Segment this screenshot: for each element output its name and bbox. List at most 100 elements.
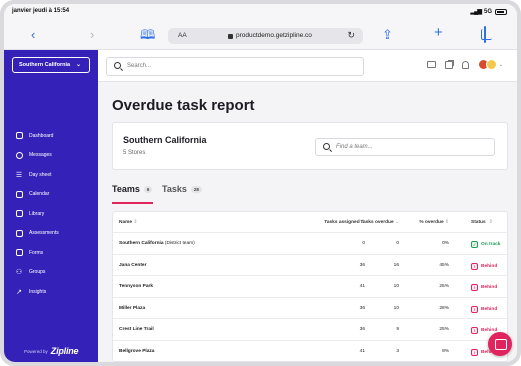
battery-icon bbox=[495, 8, 507, 15]
column-header-pct[interactable]: % overdue ⇕ bbox=[419, 220, 449, 225]
reload-icon[interactable]: ↻ bbox=[347, 30, 355, 41]
status-badge: ✓ On track bbox=[471, 241, 501, 248]
tablet-frame: janvier jeudi à 15:54 ▂▄▆ 5G ‹ › 🕮 AA pr… bbox=[0, 0, 521, 366]
sidebar-item-assessments[interactable]: Assessments bbox=[14, 224, 59, 244]
avatar bbox=[485, 59, 497, 70]
report-tabs: Teams 6 Tasks 28 bbox=[112, 182, 508, 207]
messages-icon bbox=[14, 151, 24, 159]
assessments-icon bbox=[14, 229, 24, 237]
count-badge: 6 bbox=[143, 185, 153, 193]
tab-label: Tasks bbox=[162, 184, 187, 194]
chevron-down-icon: ⌄ bbox=[498, 61, 503, 68]
powered-by-label: Powered by bbox=[24, 348, 48, 354]
status-badge: ! Behind bbox=[471, 262, 497, 270]
calendar-icon bbox=[14, 190, 24, 198]
signal-icon: ▂▄▆ bbox=[470, 9, 483, 15]
sidebar-nav: Dashboard Messages ☰ Day sheet Calendar … bbox=[14, 126, 59, 302]
warning-icon: ! bbox=[471, 348, 478, 356]
sidebar-item-library[interactable]: Library bbox=[14, 204, 59, 224]
region-dropdown[interactable]: Southern California ⌄ bbox=[12, 57, 90, 73]
sidebar-item-messages[interactable]: Messages bbox=[14, 146, 59, 166]
new-tab-icon[interactable]: + bbox=[434, 25, 443, 40]
forward-icon[interactable]: › bbox=[90, 28, 94, 42]
warning-icon: ! bbox=[471, 262, 478, 270]
column-header-status[interactable]: Status ⇕ bbox=[471, 220, 493, 225]
sidebar-item-label: Groups bbox=[29, 269, 46, 276]
team-name[interactable]: Crest Line Trail bbox=[119, 327, 154, 332]
team-name[interactable]: Miller Plaza bbox=[119, 306, 145, 311]
user-menu[interactable]: ⌄ bbox=[477, 59, 503, 70]
bookmarks-icon[interactable]: 🕮 bbox=[140, 28, 155, 42]
percent-overdue: 45% bbox=[439, 262, 449, 268]
tab-tasks[interactable]: Tasks 28 bbox=[162, 184, 202, 194]
percent-overdue: 25% bbox=[439, 284, 449, 289]
screen: janvier jeudi à 15:54 ▂▄▆ 5G ‹ › 🕮 AA pr… bbox=[4, 4, 517, 362]
team-name[interactable]: Jana Center bbox=[119, 263, 146, 268]
tab-label: Teams bbox=[112, 184, 140, 194]
active-tab-indicator bbox=[112, 202, 153, 204]
status-badge: ! Behind bbox=[471, 284, 497, 291]
tasks-overdue: 0 bbox=[396, 241, 399, 246]
url-display[interactable]: productdemo.getzipline.co bbox=[228, 32, 312, 39]
back-icon[interactable]: ‹ bbox=[31, 28, 35, 42]
table-row[interactable]: Miller Plaza 36 10 28% ! Behind bbox=[113, 298, 507, 319]
chevron-down-icon: ⌄ bbox=[75, 62, 81, 68]
team-name[interactable]: Southern California (District team) bbox=[119, 241, 195, 246]
team-search-input[interactable]: Find a team... bbox=[315, 138, 495, 156]
network-label: 5G bbox=[483, 8, 492, 15]
warning-icon: ! bbox=[471, 284, 478, 291]
table-row[interactable]: Southern California (District team) 0 0 … bbox=[113, 233, 507, 255]
sidebar-item-insights[interactable]: ↗ Insights bbox=[14, 282, 59, 302]
table-row[interactable]: Jana Center 36 16 45% ! Behind bbox=[113, 255, 507, 276]
tabs-overview-icon[interactable] bbox=[484, 26, 486, 43]
sidebar-item-day-sheet[interactable]: ☰ Day sheet bbox=[14, 165, 59, 185]
sidebar-item-label: Dashboard bbox=[29, 132, 54, 139]
tasks-assigned: 36 bbox=[359, 327, 365, 332]
sidebar: Southern California ⌄ Dashboard Messages… bbox=[4, 50, 98, 362]
percent-overdue: 28% bbox=[439, 305, 449, 311]
print-icon[interactable] bbox=[426, 61, 436, 68]
sidebar-item-forms[interactable]: Forms bbox=[14, 243, 59, 263]
copy-icon[interactable] bbox=[444, 60, 453, 69]
share-icon[interactable]: ⇪ bbox=[382, 28, 393, 42]
table-row[interactable]: Tennyson Park 41 10 25% ! Behind bbox=[113, 276, 507, 298]
column-header-name[interactable]: Name ⇕ bbox=[119, 220, 137, 225]
warning-icon: ! bbox=[471, 305, 478, 313]
status-indicators: ▂▄▆ 5G bbox=[470, 8, 507, 15]
region-store-count: 5 Stores bbox=[123, 150, 146, 156]
column-header-overdue[interactable]: Tasks overdue ⌄ bbox=[360, 220, 399, 225]
team-search-placeholder: Find a team... bbox=[336, 144, 373, 150]
team-name[interactable]: Bellgrove Plaza bbox=[119, 349, 154, 354]
status-bar: janvier jeudi à 15:54 ▂▄▆ 5G bbox=[4, 4, 517, 22]
sidebar-item-label: Messages bbox=[29, 152, 52, 159]
region-dropdown-label: Southern California bbox=[19, 62, 71, 68]
sidebar-item-dashboard[interactable]: Dashboard bbox=[14, 126, 59, 146]
sidebar-item-label: Day sheet bbox=[29, 171, 52, 178]
sidebar-item-groups[interactable]: ⚇ Groups bbox=[14, 263, 59, 283]
sidebar-item-label: Insights bbox=[29, 288, 47, 295]
top-actions: ⌄ bbox=[426, 59, 503, 70]
overdue-table: Name ⇕ Tasks assigned ⇕ Tasks overdue ⌄ … bbox=[112, 211, 508, 362]
sidebar-item-calendar[interactable]: Calendar bbox=[14, 185, 59, 205]
percent-overdue: 0% bbox=[442, 241, 449, 246]
table-row[interactable]: Crest Line Trail 36 9 25% ! Behind bbox=[113, 319, 507, 341]
top-bar: Search... ⌄ bbox=[98, 50, 517, 82]
browser-toolbar: ‹ › 🕮 AA productdemo.getzipline.co ↻ ⇪ + bbox=[4, 22, 517, 50]
dashboard-icon bbox=[14, 132, 24, 140]
chat-button[interactable] bbox=[488, 332, 512, 356]
sidebar-item-label: Calendar bbox=[29, 191, 50, 198]
search-icon bbox=[323, 143, 330, 150]
table-row[interactable]: Bellgrove Plaza 41 3 8% ! Behind bbox=[113, 341, 507, 362]
forms-icon bbox=[14, 249, 24, 257]
search-icon bbox=[114, 62, 121, 69]
search-input[interactable]: Search... bbox=[106, 57, 364, 76]
tasks-assigned: 36 bbox=[359, 262, 365, 268]
text-size-button[interactable]: AA bbox=[178, 32, 187, 39]
team-name[interactable]: Tennyson Park bbox=[119, 284, 153, 289]
notifications-icon[interactable] bbox=[461, 60, 469, 69]
address-bar[interactable]: AA productdemo.getzipline.co ↻ bbox=[168, 28, 363, 44]
column-header-assigned[interactable]: Tasks assigned ⇕ bbox=[324, 220, 365, 225]
url-text: productdemo.getzipline.co bbox=[236, 32, 312, 39]
percent-overdue: 25% bbox=[439, 327, 449, 332]
tab-teams[interactable]: Teams 6 bbox=[112, 184, 153, 194]
